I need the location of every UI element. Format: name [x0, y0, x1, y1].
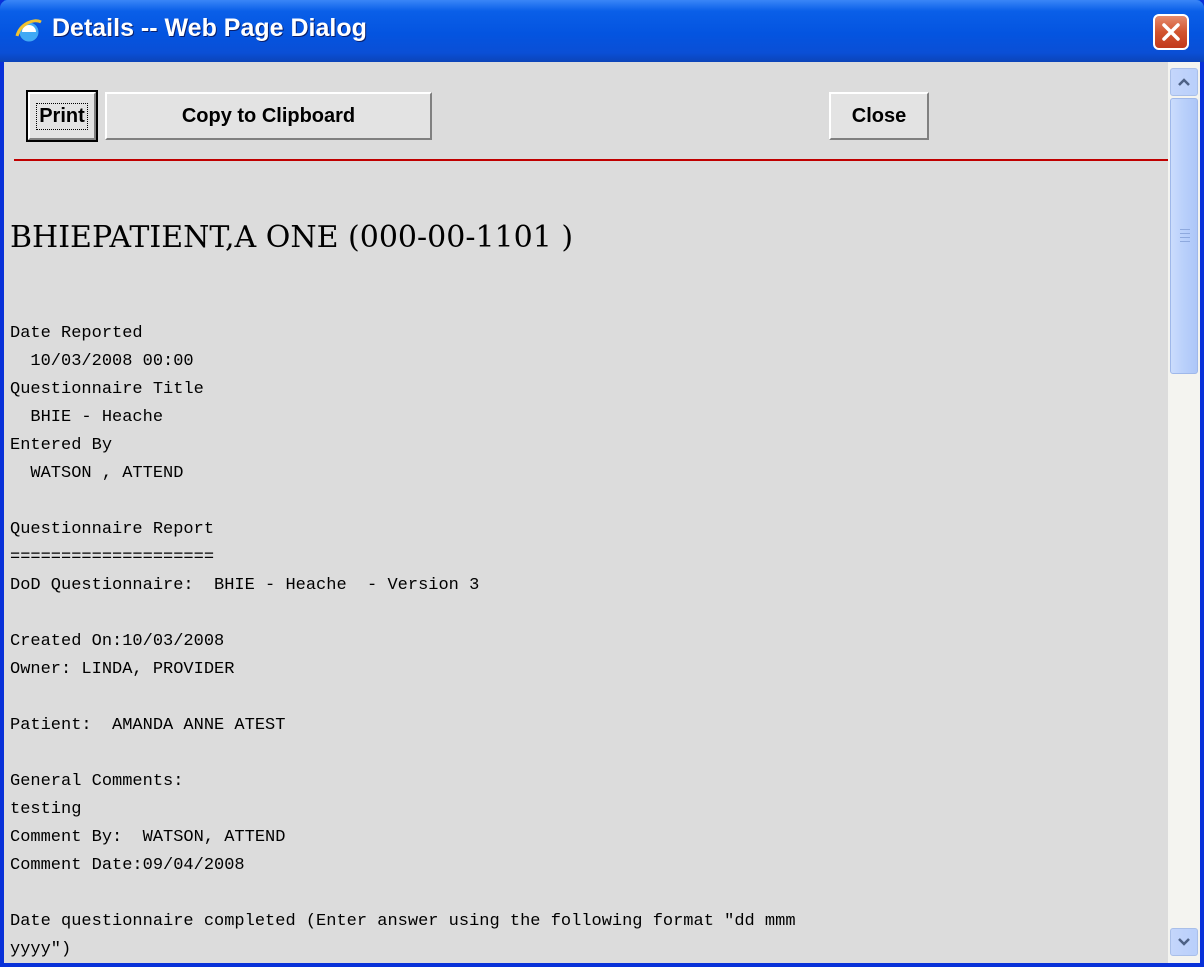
copy-to-clipboard-button[interactable]: Copy to Clipboard — [105, 92, 432, 140]
chevron-up-icon — [1178, 78, 1190, 86]
report-line: ==================== — [10, 548, 215, 567]
report-line: Created On:10/03/2008 — [10, 632, 225, 651]
report-line: Date Reported — [10, 324, 143, 343]
report-line: Owner: LINDA, PROVIDER — [10, 660, 235, 679]
print-button[interactable]: Print — [26, 90, 98, 142]
header-divider — [14, 159, 1168, 161]
thumb-grip — [1180, 229, 1190, 230]
report-line: Date questionnaire completed (Enter answ… — [10, 912, 796, 931]
print-button-label: Print — [36, 102, 88, 130]
patient-heading: BHIEPATIENT,A ONE (000-00-1101 ) — [10, 220, 574, 255]
report-line: yyyy") — [10, 940, 72, 959]
report-line: 10/03/2008 00:00 — [10, 352, 194, 371]
scroll-up-button[interactable] — [1170, 68, 1198, 96]
thumb-grip — [1180, 241, 1190, 242]
scroll-thumb[interactable] — [1170, 98, 1198, 374]
report-line: testing — [10, 800, 82, 819]
ie-icon — [15, 19, 42, 43]
vertical-scrollbar[interactable] — [1168, 62, 1200, 963]
scroll-down-button[interactable] — [1170, 928, 1198, 956]
chevron-down-icon — [1178, 938, 1190, 946]
report-line: Entered By — [10, 436, 113, 455]
window-title: Details -- Web Page Dialog — [52, 14, 367, 42]
report-line: Comment Date:09/04/2008 — [10, 856, 245, 875]
report-line: Comment By: WATSON, ATTEND — [10, 828, 286, 847]
dialog-content: Print Copy to Clipboard Close BHIEPATIEN… — [4, 62, 1168, 963]
close-button[interactable]: Close — [829, 92, 929, 140]
report-line: BHIE - Heache — [10, 408, 164, 427]
report-line: Questionnaire Title — [10, 380, 204, 399]
title-bar[interactable]: Details -- Web Page Dialog — [0, 0, 1204, 62]
report-line: General Comments: — [10, 772, 184, 791]
window-close-button[interactable] — [1153, 14, 1189, 50]
report-text: Date Reported 10/03/2008 00:00 Questionn… — [10, 320, 796, 963]
report-line: Questionnaire Report — [10, 520, 215, 539]
report-line: WATSON , ATTEND — [10, 464, 184, 483]
close-icon — [1162, 23, 1180, 41]
thumb-grip — [1180, 237, 1190, 238]
thumb-grip — [1180, 233, 1190, 234]
report-line: Patient: AMANDA ANNE ATEST — [10, 716, 286, 735]
report-line: DoD Questionnaire: BHIE - Heache - Versi… — [10, 576, 480, 595]
